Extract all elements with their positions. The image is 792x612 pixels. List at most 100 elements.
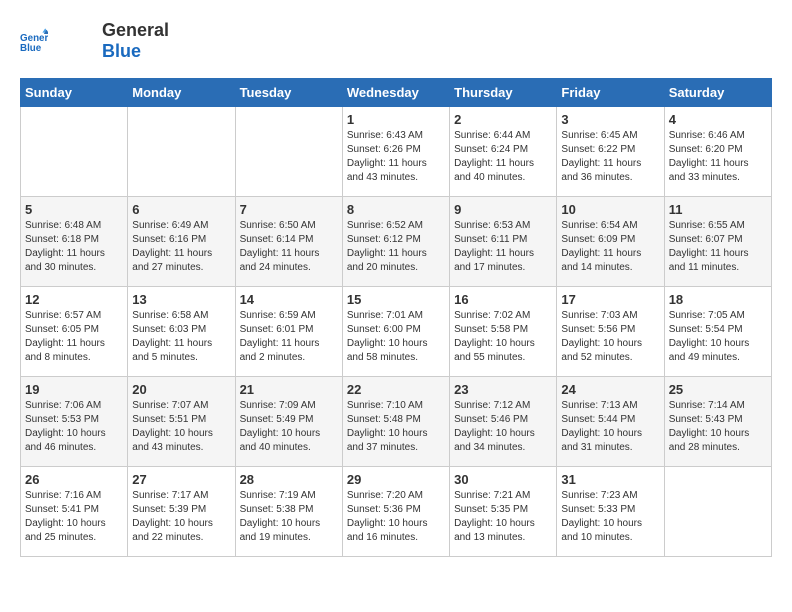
day-number: 21 bbox=[240, 382, 338, 397]
calendar-cell: 7 Sunrise: 6:50 AM Sunset: 6:14 PM Daylig… bbox=[235, 197, 342, 287]
calendar-cell: 23Sunrise: 7:12 AM Sunset: 5:46 PM Dayli… bbox=[450, 377, 557, 467]
day-number: 15 bbox=[347, 292, 445, 307]
calendar-week-row: 12 Sunrise: 6:57 AM Sunset: 6:05 PM Dayli… bbox=[21, 287, 772, 377]
calendar-cell bbox=[21, 107, 128, 197]
header-wednesday: Wednesday bbox=[342, 79, 449, 107]
calendar-cell: 30 Sunrise: 7:21 AM Sunset: 5:35 PM Dayli… bbox=[450, 467, 557, 557]
day-content: Sunrise: 6:59 AM Sunset: 6:01 PM Dayligh… bbox=[240, 309, 338, 365]
calendar-cell: 28 Sunrise: 7:19 AM Sunset: 5:38 PM Dayli… bbox=[235, 467, 342, 557]
day-number: 17 bbox=[561, 292, 659, 307]
calendar-cell: 4Sunrise: 6:46 AM Sunset: 6:20 PM Daylig… bbox=[664, 107, 771, 197]
day-number: 1 bbox=[347, 112, 445, 127]
calendar-header-row: SundayMondayTuesdayWednesdayThursdayFrid… bbox=[21, 79, 772, 107]
calendar-cell: 21 Sunrise: 7:09 AM Sunset: 5:49 PM Dayli… bbox=[235, 377, 342, 467]
calendar-cell: 26 Sunrise: 7:16 AM Sunset: 5:41 PM Dayli… bbox=[21, 467, 128, 557]
day-content: Sunrise: 7:20 AM Sunset: 5:36 PM Dayligh… bbox=[347, 489, 445, 545]
calendar-cell: 20 Sunrise: 7:07 AM Sunset: 5:51 PM Dayli… bbox=[128, 377, 235, 467]
calendar-week-row: 19Sunrise: 7:06 AM Sunset: 5:53 PM Dayli… bbox=[21, 377, 772, 467]
day-content: Sunrise: 7:12 AM Sunset: 5:46 PM Dayligh… bbox=[454, 399, 552, 455]
calendar-cell: 15 Sunrise: 7:01 AM Sunset: 6:00 PM Dayli… bbox=[342, 287, 449, 377]
calendar-table: SundayMondayTuesdayWednesdayThursdayFrid… bbox=[20, 78, 772, 557]
calendar-week-row: 5 Sunrise: 6:48 AM Sunset: 6:18 PM Daylig… bbox=[21, 197, 772, 287]
calendar-cell: 14 Sunrise: 6:59 AM Sunset: 6:01 PM Dayli… bbox=[235, 287, 342, 377]
day-content: Sunrise: 7:03 AM Sunset: 5:56 PM Dayligh… bbox=[561, 309, 659, 365]
calendar-cell: 24 Sunrise: 7:13 AM Sunset: 5:44 PM Dayli… bbox=[557, 377, 664, 467]
calendar-cell: 6Sunrise: 6:49 AM Sunset: 6:16 PM Daylig… bbox=[128, 197, 235, 287]
day-number: 22 bbox=[347, 382, 445, 397]
day-number: 5 bbox=[25, 202, 123, 217]
day-content: Sunrise: 7:16 AM Sunset: 5:41 PM Dayligh… bbox=[25, 489, 123, 545]
day-number: 12 bbox=[25, 292, 123, 307]
day-number: 27 bbox=[132, 472, 230, 487]
calendar-cell: 9 Sunrise: 6:53 AM Sunset: 6:11 PM Daylig… bbox=[450, 197, 557, 287]
day-number: 19 bbox=[25, 382, 123, 397]
logo: General Blue General Blue bbox=[20, 20, 169, 62]
day-content: Sunrise: 7:17 AM Sunset: 5:39 PM Dayligh… bbox=[132, 489, 230, 545]
day-content: Sunrise: 7:14 AM Sunset: 5:43 PM Dayligh… bbox=[669, 399, 767, 455]
day-number: 14 bbox=[240, 292, 338, 307]
day-number: 24 bbox=[561, 382, 659, 397]
calendar-cell: 17 Sunrise: 7:03 AM Sunset: 5:56 PM Dayli… bbox=[557, 287, 664, 377]
day-content: Sunrise: 6:45 AM Sunset: 6:22 PM Dayligh… bbox=[561, 129, 659, 185]
day-content: Sunrise: 7:01 AM Sunset: 6:00 PM Dayligh… bbox=[347, 309, 445, 365]
calendar-week-row: 26 Sunrise: 7:16 AM Sunset: 5:41 PM Dayli… bbox=[21, 467, 772, 557]
calendar-cell: 25Sunrise: 7:14 AM Sunset: 5:43 PM Dayli… bbox=[664, 377, 771, 467]
calendar-cell: 2 Sunrise: 6:44 AM Sunset: 6:24 PM Daylig… bbox=[450, 107, 557, 197]
day-number: 3 bbox=[561, 112, 659, 127]
svg-text:Blue: Blue bbox=[20, 43, 42, 54]
calendar-cell: 13 Sunrise: 6:58 AM Sunset: 6:03 PM Dayli… bbox=[128, 287, 235, 377]
day-content: Sunrise: 6:57 AM Sunset: 6:05 PM Dayligh… bbox=[25, 309, 123, 365]
day-content: Sunrise: 6:50 AM Sunset: 6:14 PM Dayligh… bbox=[240, 219, 338, 275]
day-content: Sunrise: 6:48 AM Sunset: 6:18 PM Dayligh… bbox=[25, 219, 123, 275]
day-content: Sunrise: 6:53 AM Sunset: 6:11 PM Dayligh… bbox=[454, 219, 552, 275]
day-content: Sunrise: 6:43 AM Sunset: 6:26 PM Dayligh… bbox=[347, 129, 445, 185]
day-content: Sunrise: 6:54 AM Sunset: 6:09 PM Dayligh… bbox=[561, 219, 659, 275]
calendar-cell: 27 Sunrise: 7:17 AM Sunset: 5:39 PM Dayli… bbox=[128, 467, 235, 557]
day-content: Sunrise: 7:09 AM Sunset: 5:49 PM Dayligh… bbox=[240, 399, 338, 455]
calendar-cell bbox=[235, 107, 342, 197]
page-header: General Blue General Blue bbox=[20, 20, 772, 62]
calendar-cell bbox=[664, 467, 771, 557]
header-monday: Monday bbox=[128, 79, 235, 107]
day-number: 31 bbox=[561, 472, 659, 487]
day-number: 20 bbox=[132, 382, 230, 397]
calendar-cell: 8Sunrise: 6:52 AM Sunset: 6:12 PM Daylig… bbox=[342, 197, 449, 287]
day-number: 7 bbox=[240, 202, 338, 217]
day-content: Sunrise: 7:21 AM Sunset: 5:35 PM Dayligh… bbox=[454, 489, 552, 545]
calendar-cell: 18 Sunrise: 7:05 AM Sunset: 5:54 PM Dayli… bbox=[664, 287, 771, 377]
day-number: 26 bbox=[25, 472, 123, 487]
day-content: Sunrise: 7:02 AM Sunset: 5:58 PM Dayligh… bbox=[454, 309, 552, 365]
day-number: 10 bbox=[561, 202, 659, 217]
calendar-cell: 10 Sunrise: 6:54 AM Sunset: 6:09 PM Dayli… bbox=[557, 197, 664, 287]
day-number: 9 bbox=[454, 202, 552, 217]
calendar-cell: 5 Sunrise: 6:48 AM Sunset: 6:18 PM Daylig… bbox=[21, 197, 128, 287]
day-number: 18 bbox=[669, 292, 767, 307]
calendar-cell: 31Sunrise: 7:23 AM Sunset: 5:33 PM Dayli… bbox=[557, 467, 664, 557]
day-number: 28 bbox=[240, 472, 338, 487]
day-content: Sunrise: 7:05 AM Sunset: 5:54 PM Dayligh… bbox=[669, 309, 767, 365]
header-sunday: Sunday bbox=[21, 79, 128, 107]
day-number: 29 bbox=[347, 472, 445, 487]
day-number: 16 bbox=[454, 292, 552, 307]
day-content: Sunrise: 7:19 AM Sunset: 5:38 PM Dayligh… bbox=[240, 489, 338, 545]
day-content: Sunrise: 7:13 AM Sunset: 5:44 PM Dayligh… bbox=[561, 399, 659, 455]
day-content: Sunrise: 6:58 AM Sunset: 6:03 PM Dayligh… bbox=[132, 309, 230, 365]
calendar-cell: 1 Sunrise: 6:43 AM Sunset: 6:26 PM Daylig… bbox=[342, 107, 449, 197]
day-number: 4 bbox=[669, 112, 767, 127]
logo-general: General bbox=[102, 20, 169, 41]
header-friday: Friday bbox=[557, 79, 664, 107]
day-content: Sunrise: 7:07 AM Sunset: 5:51 PM Dayligh… bbox=[132, 399, 230, 455]
day-number: 6 bbox=[132, 202, 230, 217]
day-number: 2 bbox=[454, 112, 552, 127]
header-saturday: Saturday bbox=[664, 79, 771, 107]
day-content: Sunrise: 7:10 AM Sunset: 5:48 PM Dayligh… bbox=[347, 399, 445, 455]
calendar-cell: 12 Sunrise: 6:57 AM Sunset: 6:05 PM Dayli… bbox=[21, 287, 128, 377]
logo-icon: General Blue bbox=[20, 27, 48, 55]
logo-blue: Blue bbox=[102, 41, 169, 62]
header-tuesday: Tuesday bbox=[235, 79, 342, 107]
calendar-cell: 11Sunrise: 6:55 AM Sunset: 6:07 PM Dayli… bbox=[664, 197, 771, 287]
day-number: 30 bbox=[454, 472, 552, 487]
day-number: 13 bbox=[132, 292, 230, 307]
day-content: Sunrise: 6:44 AM Sunset: 6:24 PM Dayligh… bbox=[454, 129, 552, 185]
calendar-cell: 19Sunrise: 7:06 AM Sunset: 5:53 PM Dayli… bbox=[21, 377, 128, 467]
